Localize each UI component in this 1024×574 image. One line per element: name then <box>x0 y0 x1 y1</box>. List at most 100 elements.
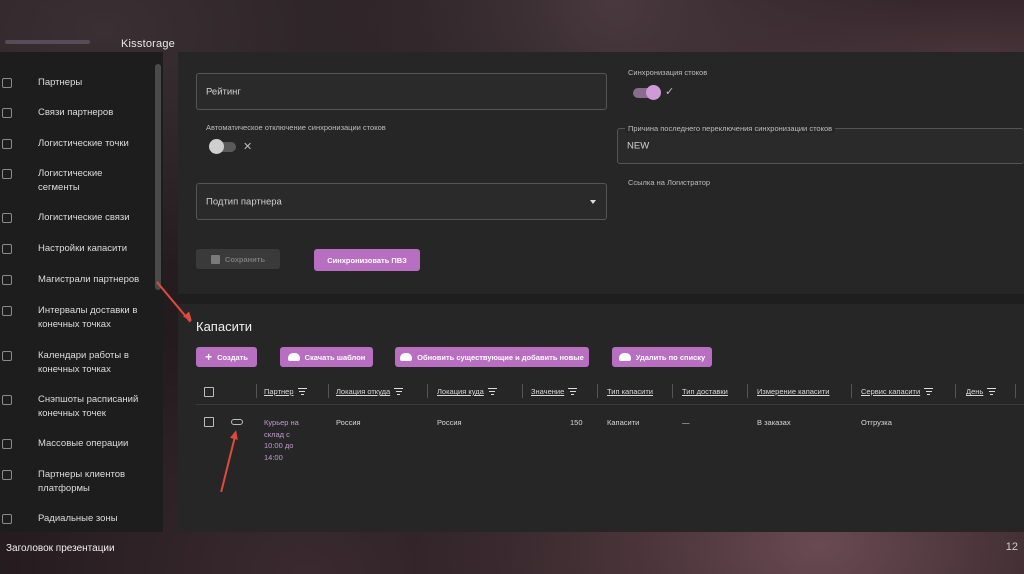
last-switch-reason-value: NEW <box>627 140 650 152</box>
column-header-label: Локация куда <box>437 387 484 396</box>
column-separator <box>597 384 598 398</box>
login-icon <box>2 244 12 254</box>
sync-pvz-button[interactable]: Синхронизовать ПВЗ <box>314 249 420 271</box>
create-button[interactable]: + Создать <box>196 347 257 367</box>
sidebar-item-logistic-links[interactable]: Логистические связи <box>0 211 152 225</box>
row-capacity-type: Капасити <box>607 418 640 427</box>
save-button-label: Сохранить <box>224 254 266 264</box>
partner-line: 10:00 до <box>264 441 294 450</box>
close-icon: ✕ <box>243 141 253 153</box>
row-checkbox[interactable] <box>204 417 214 427</box>
sidebar-item-partner-links[interactable]: Связи партнеров <box>0 106 152 120</box>
column-header-partner[interactable]: Партнер <box>264 387 307 396</box>
column-header-label: Измерение капасити <box>757 387 830 396</box>
app-title: Kisstorage <box>121 38 175 50</box>
login-icon <box>2 351 12 361</box>
sidebar-item-radial-zones[interactable]: Радиальные зоны <box>0 512 152 526</box>
column-header-capacity-type[interactable]: Тип капасити <box>607 387 653 396</box>
row-location-from: Россия <box>336 418 361 427</box>
filter-icon[interactable] <box>924 388 934 395</box>
login-icon <box>2 306 12 316</box>
download-template-button[interactable]: Скачать шаблон <box>280 347 373 367</box>
stock-sync-toggle[interactable] <box>633 85 661 100</box>
sidebar-item-delivery-intervals[interactable]: Интервалы доставки в конечных точках <box>0 304 152 332</box>
sidebar-item-capacity-settings[interactable]: Настройки капасити <box>0 242 152 256</box>
update-add-button[interactable]: Обновить существующие и добавить новые <box>395 347 589 367</box>
column-header-value[interactable]: Значение <box>531 387 578 396</box>
row-value: 150 <box>570 418 583 427</box>
capacity-section-title: Капасити <box>196 319 253 334</box>
sidebar-item-label: Связи партнеров <box>38 107 114 118</box>
rating-input[interactable]: Рейтинг <box>196 73 607 110</box>
sidebar-item-schedule-snapshots[interactable]: Снэпшоты расписаний конечных точек <box>0 393 152 421</box>
login-icon <box>2 470 12 480</box>
toggle-knob <box>209 139 224 154</box>
column-header-capacity-measure[interactable]: Измерение капасити <box>757 387 830 396</box>
download-template-label: Скачать шаблон <box>304 352 366 362</box>
delete-by-list-button[interactable]: Удалить по списку <box>612 347 712 367</box>
select-all-checkbox[interactable] <box>204 387 214 397</box>
partner-subtype-placeholder: Подтип партнера <box>206 196 282 207</box>
row-partner-link[interactable]: Курьер на склад с 10:00 до 14:00 <box>264 417 299 463</box>
column-header-day[interactable]: День <box>966 387 997 396</box>
cloud-download-icon <box>287 353 300 361</box>
login-icon <box>2 78 12 88</box>
login-icon <box>2 213 12 223</box>
table-header-divider <box>196 404 1024 405</box>
login-icon <box>2 275 12 285</box>
partner-line: 14:00 <box>264 452 283 462</box>
stock-sync-label: Синхронизация стоков <box>628 68 708 77</box>
sidebar-item-logistic-points[interactable]: Логистические точки <box>0 137 152 151</box>
column-header-label: Локация откуда <box>336 387 391 396</box>
sidebar-item-partners[interactable]: Партнеры <box>0 76 152 90</box>
column-separator <box>955 384 956 398</box>
auto-disable-toggle[interactable] <box>209 139 236 154</box>
sidebar-item-label: Календари работы в конечных точках <box>38 350 129 375</box>
sidebar-item-partner-trunks[interactable]: Магистрали партнеров <box>0 273 152 287</box>
sidebar-item-label: Партнеры <box>38 77 83 88</box>
sync-pvz-button-label: Синхронизовать ПВЗ <box>327 255 407 265</box>
column-header-delivery-type[interactable]: Тип доставки <box>682 387 728 396</box>
link-icon[interactable] <box>231 419 243 425</box>
sidebar-item-platform-client-partners[interactable]: Партнеры клиентов платформы <box>0 468 152 496</box>
cloud-upload-icon <box>618 353 631 361</box>
sidebar-item-label: Настройки капасити <box>38 243 128 254</box>
section-divider <box>178 294 1024 304</box>
column-header-label: Тип доставки <box>682 387 728 396</box>
column-separator <box>522 384 523 398</box>
sidebar-item-mass-operations[interactable]: Массовые операции <box>0 437 152 451</box>
toggle-knob <box>646 85 661 100</box>
login-icon <box>2 169 12 179</box>
column-separator <box>672 384 673 398</box>
sidebar-item-label: Радиальные зоны <box>38 513 118 524</box>
sidebar-scrollbar[interactable] <box>155 64 161 290</box>
column-header-label: Тип капасити <box>607 387 653 396</box>
save-icon <box>210 254 220 264</box>
row-capacity-measure: В заказах <box>757 418 791 427</box>
last-switch-reason-field[interactable]: NEW <box>617 128 1024 164</box>
column-header-label: Партнер <box>264 387 294 396</box>
column-header-location-to[interactable]: Локация куда <box>437 387 497 396</box>
sidebar-item-work-calendars[interactable]: Календари работы в конечных точках <box>0 349 152 377</box>
column-header-label: День <box>966 387 984 396</box>
column-separator <box>256 384 257 398</box>
filter-icon[interactable] <box>394 388 404 395</box>
check-icon: ✓ <box>665 86 675 98</box>
column-header-location-from[interactable]: Локация откуда <box>336 387 404 396</box>
sidebar-item-label: Интервалы доставки в конечных точках <box>38 305 138 330</box>
filter-icon[interactable] <box>487 388 497 395</box>
sidebar-item-label: Логистические сегменты <box>38 168 103 193</box>
app-tab-indicator <box>5 40 90 44</box>
logistrator-link-label: Ссылка на Логистратор <box>628 178 711 187</box>
sidebar-item-logistic-segments[interactable]: Логистические сегменты <box>0 167 152 195</box>
save-button[interactable]: Сохранить <box>196 249 280 269</box>
delete-by-list-label: Удалить по списку <box>635 352 706 362</box>
filter-icon[interactable] <box>987 388 997 395</box>
partner-subtype-select[interactable]: Подтип партнера <box>196 183 607 220</box>
column-header-capacity-service[interactable]: Сервис капасити <box>861 387 934 396</box>
login-icon <box>2 439 12 449</box>
filter-icon[interactable] <box>568 388 578 395</box>
column-separator <box>1015 384 1016 398</box>
filter-icon[interactable] <box>297 388 307 395</box>
row-capacity-service: Отгрузка <box>861 418 892 427</box>
